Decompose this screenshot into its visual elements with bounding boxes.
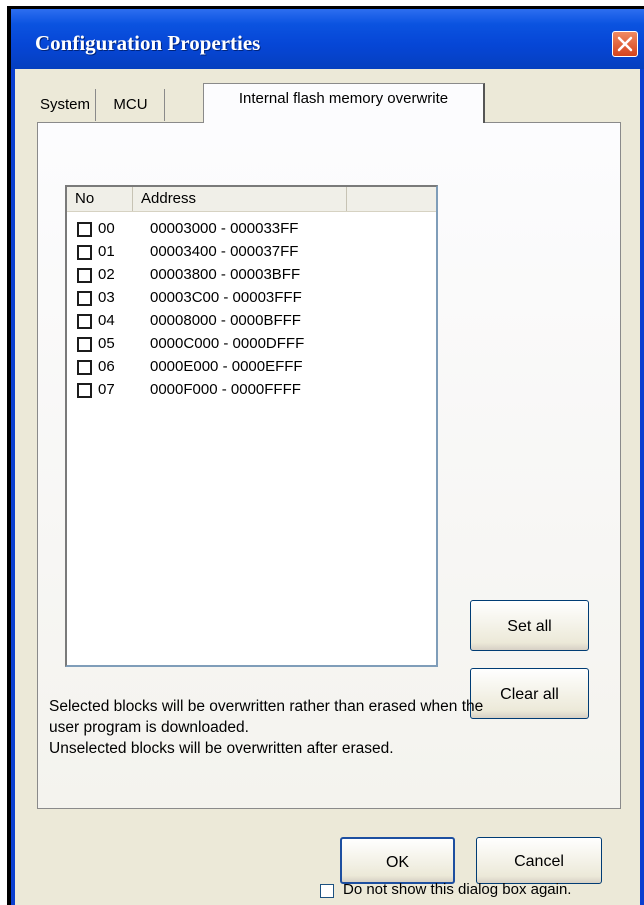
block-checkbox[interactable] [77, 383, 92, 398]
block-number: 05 [98, 335, 115, 352]
block-number: 01 [98, 243, 115, 260]
title-bar[interactable]: Configuration Properties [11, 9, 644, 69]
block-checkbox[interactable] [77, 245, 92, 260]
block-address: 00008000 - 0000BFFF [150, 312, 301, 329]
block-number: 03 [98, 289, 115, 306]
cancel-button[interactable]: Cancel [476, 837, 602, 884]
block-number: 00 [98, 220, 115, 237]
block-address: 00003C00 - 00003FFF [150, 289, 302, 306]
tab-mcu[interactable]: MCU [97, 89, 165, 121]
window-title: Configuration Properties [35, 31, 261, 55]
set-all-button[interactable]: Set all [470, 600, 589, 651]
block-address: 00003800 - 00003BFF [150, 266, 301, 283]
tab-system[interactable]: System [35, 89, 96, 121]
block-address: 0000C000 - 0000DFFF [150, 335, 305, 352]
dialog-client: System MCU Internal flash memory overwri… [15, 69, 640, 905]
block-checkbox[interactable] [77, 337, 92, 352]
block-address: 00003000 - 000033FF [150, 220, 299, 237]
block-checkbox[interactable] [77, 360, 92, 375]
block-number: 06 [98, 358, 115, 375]
ok-button[interactable]: OK [340, 837, 455, 884]
close-icon [617, 36, 633, 52]
dialog-window: Configuration Properties System MCU Inte… [11, 9, 644, 905]
block-address: 00003400 - 000037FF [150, 243, 299, 260]
block-address: 0000E000 - 0000EFFF [150, 358, 303, 375]
block-checkbox[interactable] [77, 268, 92, 283]
block-checkbox[interactable] [77, 314, 92, 329]
tab-internal-flash-memory-overwrite[interactable]: Internal flash memory overwrite [203, 83, 485, 123]
list-header: No Address [67, 187, 436, 212]
block-checkbox[interactable] [77, 222, 92, 237]
do-not-show-checkbox[interactable] [320, 884, 334, 898]
column-header-no[interactable]: No [67, 187, 133, 211]
column-header-empty[interactable] [347, 187, 436, 211]
column-header-address[interactable]: Address [133, 187, 347, 211]
block-number: 07 [98, 381, 115, 398]
block-checkbox[interactable] [77, 291, 92, 306]
block-number: 02 [98, 266, 115, 283]
block-number: 04 [98, 312, 115, 329]
overwrite-note: Selected blocks will be overwritten rath… [49, 698, 484, 757]
block-address: 0000F000 - 0000FFFF [150, 381, 301, 398]
block-list[interactable]: No Address 00 00003000 - 000033FF 01 000… [65, 185, 438, 667]
close-button[interactable] [612, 31, 638, 57]
do-not-show-label[interactable]: Do not show this dialog box again. [343, 881, 571, 898]
